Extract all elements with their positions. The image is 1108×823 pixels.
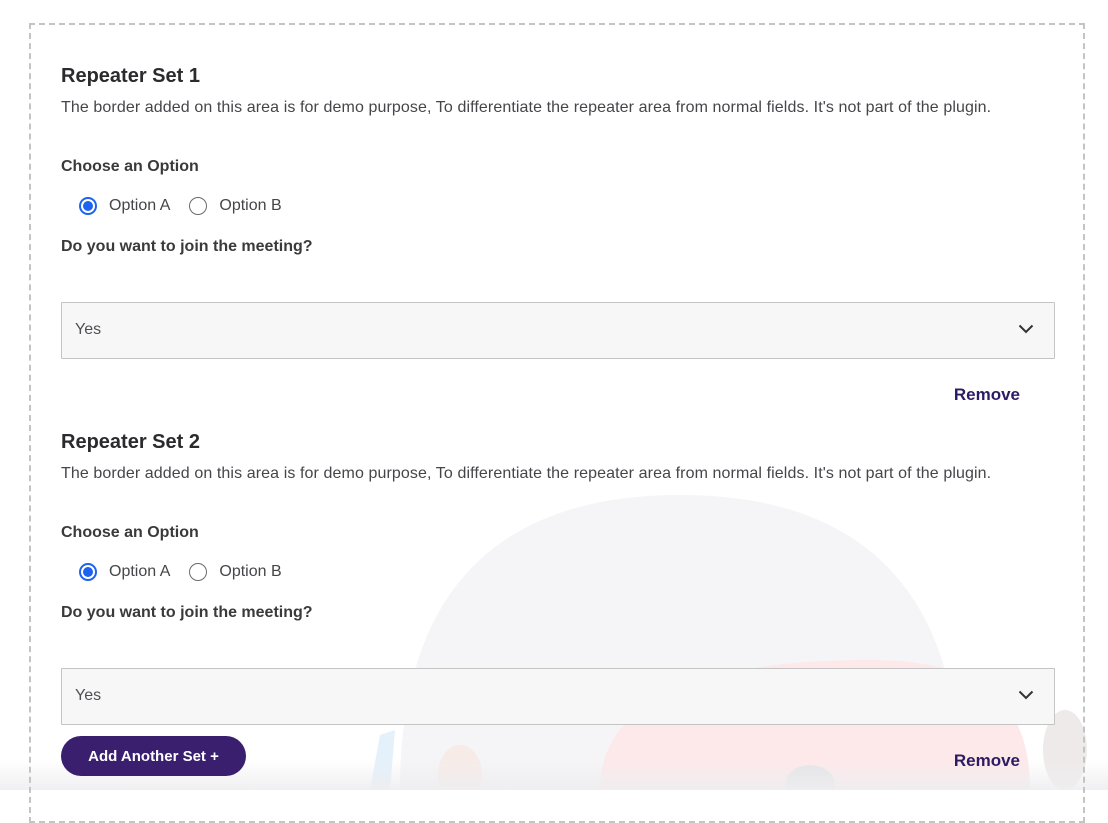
- radio-label: Option A: [109, 563, 171, 580]
- radio-option-b[interactable]: Option B: [189, 563, 282, 581]
- select-value: Yes: [75, 687, 102, 704]
- chevron-down-icon: [1018, 324, 1034, 334]
- set-title: Repeater Set 1: [61, 65, 200, 87]
- radio-unchecked-icon[interactable]: [189, 197, 208, 215]
- radio-option-a[interactable]: Option A: [79, 563, 170, 581]
- radio-unchecked-icon[interactable]: [189, 563, 208, 581]
- option-radio-group: Option A Option B: [61, 194, 1055, 218]
- option-radio-group: Option A Option B: [61, 560, 1055, 584]
- choose-option-label: Choose an Option: [61, 524, 199, 541]
- chevron-down-icon: [1018, 690, 1034, 700]
- meeting-question-label: Do you want to join the meeting?: [61, 238, 313, 255]
- remove-set-button[interactable]: Remove: [954, 751, 1020, 771]
- choose-option-label: Choose an Option: [61, 158, 199, 175]
- set-description: The border added on this area is for dem…: [61, 465, 992, 482]
- remove-set-button[interactable]: Remove: [954, 385, 1020, 405]
- radio-checked-icon[interactable]: [79, 563, 97, 581]
- repeater-container: Repeater Set 1 The border added on this …: [29, 23, 1085, 823]
- radio-label: Option B: [219, 197, 282, 214]
- radio-label: Option B: [219, 563, 282, 580]
- radio-option-a[interactable]: Option A: [79, 197, 170, 215]
- radio-checked-icon[interactable]: [79, 197, 97, 215]
- meeting-select[interactable]: Yes: [61, 302, 1055, 359]
- set-title: Repeater Set 2: [61, 431, 200, 453]
- set-description: The border added on this area is for dem…: [61, 99, 992, 116]
- repeater-set-2: Repeater Set 2 The border added on this …: [61, 429, 1055, 770]
- select-value: Yes: [75, 321, 102, 338]
- meeting-select[interactable]: Yes: [61, 668, 1055, 725]
- meeting-question-label: Do you want to join the meeting?: [61, 604, 313, 621]
- repeater-set-1: Repeater Set 1 The border added on this …: [61, 63, 1055, 404]
- add-another-set-button[interactable]: Add Another Set +: [61, 736, 246, 776]
- radio-label: Option A: [109, 197, 171, 214]
- radio-option-b[interactable]: Option B: [189, 197, 282, 215]
